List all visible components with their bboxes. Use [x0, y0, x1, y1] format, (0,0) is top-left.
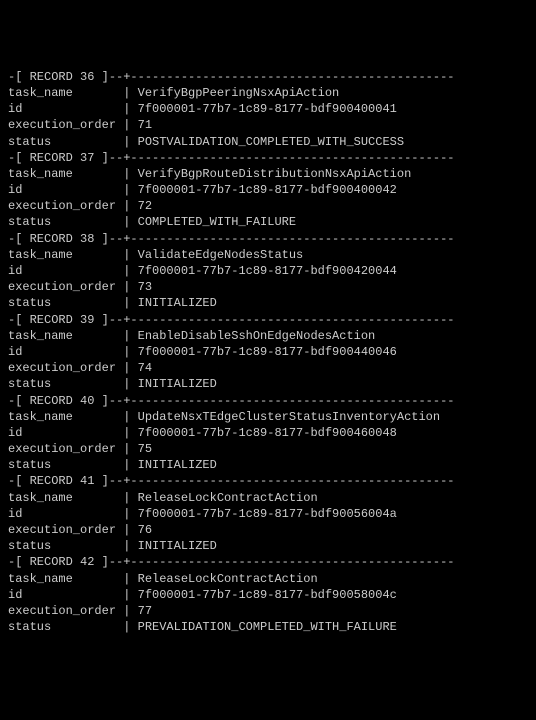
record-field: id | 7f000001-77b7-1c89-8177-bdf90056004… — [8, 506, 528, 522]
record-header: -[ RECORD 38 ]--+-----------------------… — [8, 231, 528, 247]
record-field: id | 7f000001-77b7-1c89-8177-bdf90042004… — [8, 263, 528, 279]
terminal-output: -[ RECORD 36 ]--+-----------------------… — [8, 69, 528, 636]
record-field: task_name | EnableDisableSshOnEdgeNodesA… — [8, 328, 528, 344]
record-field: status | PREVALIDATION_COMPLETED_WITH_FA… — [8, 619, 528, 635]
record-header: -[ RECORD 42 ]--+-----------------------… — [8, 554, 528, 570]
record-header: -[ RECORD 41 ]--+-----------------------… — [8, 473, 528, 489]
record-field: execution_order | 72 — [8, 198, 528, 214]
record-field: execution_order | 77 — [8, 603, 528, 619]
record-field: execution_order | 73 — [8, 279, 528, 295]
record-field: task_name | ValidateEdgeNodesStatus — [8, 247, 528, 263]
record-field: id | 7f000001-77b7-1c89-8177-bdf90040004… — [8, 101, 528, 117]
record-field: execution_order | 74 — [8, 360, 528, 376]
record-field: status | INITIALIZED — [8, 538, 528, 554]
record-field: id | 7f000001-77b7-1c89-8177-bdf90040004… — [8, 182, 528, 198]
record-field: status | INITIALIZED — [8, 295, 528, 311]
record-header: -[ RECORD 37 ]--+-----------------------… — [8, 150, 528, 166]
record-field: execution_order | 76 — [8, 522, 528, 538]
record-field: task_name | ReleaseLockContractAction — [8, 490, 528, 506]
record-field: status | INITIALIZED — [8, 457, 528, 473]
record-field: task_name | VerifyBgpRouteDistributionNs… — [8, 166, 528, 182]
record-field: task_name | ReleaseLockContractAction — [8, 571, 528, 587]
record-field: task_name | VerifyBgpPeeringNsxApiAction — [8, 85, 528, 101]
record-header: -[ RECORD 40 ]--+-----------------------… — [8, 393, 528, 409]
record-field: status | POSTVALIDATION_COMPLETED_WITH_S… — [8, 134, 528, 150]
record-header: -[ RECORD 39 ]--+-----------------------… — [8, 312, 528, 328]
record-header: -[ RECORD 36 ]--+-----------------------… — [8, 69, 528, 85]
record-field: id | 7f000001-77b7-1c89-8177-bdf90058004… — [8, 587, 528, 603]
record-field: id | 7f000001-77b7-1c89-8177-bdf90044004… — [8, 344, 528, 360]
record-field: execution_order | 71 — [8, 117, 528, 133]
record-field: status | INITIALIZED — [8, 376, 528, 392]
record-field: task_name | UpdateNsxTEdgeClusterStatusI… — [8, 409, 528, 425]
record-field: execution_order | 75 — [8, 441, 528, 457]
record-field: id | 7f000001-77b7-1c89-8177-bdf90046004… — [8, 425, 528, 441]
record-field: status | COMPLETED_WITH_FAILURE — [8, 214, 528, 230]
